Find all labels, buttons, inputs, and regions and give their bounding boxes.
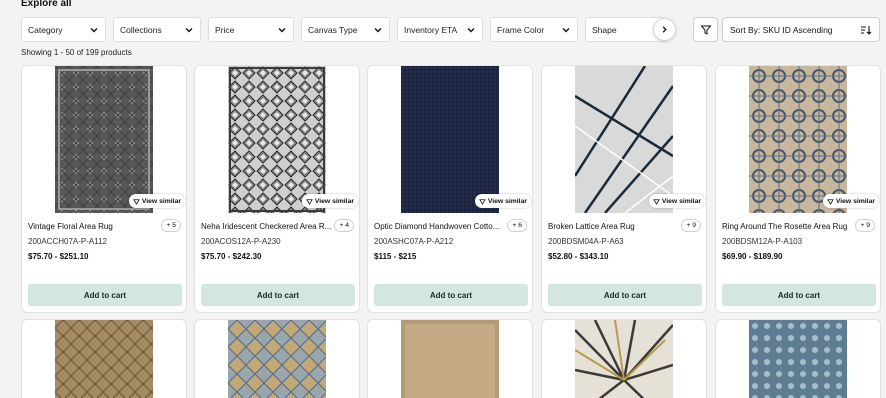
product-price: $69.90 - $189.90 xyxy=(722,252,783,261)
product-card[interactable]: View similar Neha Iridescent Checkered A… xyxy=(194,65,360,313)
filter-label: Frame Color xyxy=(497,24,545,35)
filter-category[interactable]: Category xyxy=(21,17,106,42)
filter-label: Inventory ETA xyxy=(404,24,458,35)
product-image[interactable]: View similar xyxy=(22,66,186,213)
chevron-down-icon xyxy=(562,27,570,32)
sort-dropdown[interactable]: Sort By: SKU ID Ascending xyxy=(722,17,880,42)
chevron-down-icon xyxy=(374,27,382,32)
similar-icon xyxy=(653,198,660,205)
filter-label: Shape xyxy=(592,24,617,35)
product-price: $52.80 - $343.10 xyxy=(548,252,609,261)
product-card[interactable]: View similar Broken Lattice Area Rug + 9… xyxy=(541,65,707,313)
filter-toggle-button[interactable] xyxy=(693,17,718,42)
sort-label: Sort By: SKU ID Ascending xyxy=(730,24,833,35)
variants-badge[interactable]: + 6 xyxy=(507,219,527,232)
similar-icon xyxy=(827,198,834,205)
rug-image xyxy=(401,66,499,213)
chevron-down-icon xyxy=(185,27,193,32)
filter-label: Category xyxy=(28,24,63,35)
product-card[interactable] xyxy=(194,319,360,398)
product-image[interactable]: View similar xyxy=(368,66,532,213)
variants-badge[interactable]: + 4 xyxy=(334,219,354,232)
product-sku: 200BDSM12A-P-A103 xyxy=(722,237,803,246)
add-to-cart-button[interactable]: Add to cart xyxy=(548,284,702,306)
product-count: Showing 1 - 50 of 199 products xyxy=(21,48,132,57)
chevron-down-icon xyxy=(90,27,98,32)
product-card[interactable]: View similar Optic Diamond Handwoven Cot… xyxy=(367,65,533,313)
product-card[interactable]: View similar Vintage Floral Area Rug + 5… xyxy=(21,65,187,313)
view-similar-button[interactable]: View similar xyxy=(128,194,185,208)
page: Explore all Category Collections Price C… xyxy=(0,0,886,398)
product-price: $115 - $215 xyxy=(374,252,417,261)
product-card[interactable] xyxy=(715,319,881,398)
view-similar-label: View similar xyxy=(141,197,181,205)
filter-scroll-right-button[interactable] xyxy=(653,18,676,41)
similar-icon xyxy=(306,198,313,205)
product-name[interactable]: Ring Around The Rosette Area Rug xyxy=(722,222,856,231)
product-card[interactable]: View similar Ring Around The Rosette Are… xyxy=(715,65,881,313)
filter-price[interactable]: Price xyxy=(208,17,294,42)
add-to-cart-button[interactable]: Add to cart xyxy=(28,284,182,306)
rug-image xyxy=(228,66,326,213)
filter-bar: Category Collections Price Canvas Type I… xyxy=(21,17,667,42)
product-sku: 200ACOS12A-P-A230 xyxy=(201,237,281,246)
view-similar-button[interactable]: View similar xyxy=(474,194,531,208)
filter-label: Collections xyxy=(120,24,162,35)
product-name[interactable]: Optic Diamond Handwoven Cotto... xyxy=(374,222,508,231)
view-similar-button[interactable]: View similar xyxy=(648,194,705,208)
product-image[interactable]: View similar xyxy=(542,66,706,213)
product-name[interactable]: Broken Lattice Area Rug xyxy=(548,222,682,231)
chevron-right-icon xyxy=(662,26,667,33)
add-to-cart-button[interactable]: Add to cart xyxy=(374,284,528,306)
product-image[interactable]: View similar xyxy=(716,66,880,213)
product-sku: 200BDSM04A-P-A63 xyxy=(548,237,624,246)
filter-label: Canvas Type xyxy=(308,24,358,35)
add-to-cart-button[interactable]: Add to cart xyxy=(201,284,355,306)
filter-icon xyxy=(699,25,712,35)
page-title: Explore all xyxy=(21,0,72,9)
product-price: $75.70 - $242.30 xyxy=(201,252,262,261)
product-sku: 200ASHC07A-P-A212 xyxy=(374,237,454,246)
product-price: $75.70 - $251.10 xyxy=(28,252,89,261)
view-similar-label: View similar xyxy=(314,197,354,205)
view-similar-label: View similar xyxy=(835,197,875,205)
similar-icon xyxy=(133,198,140,205)
filter-canvas-type[interactable]: Canvas Type xyxy=(301,17,390,42)
view-similar-button[interactable]: View similar xyxy=(301,194,358,208)
variants-badge[interactable]: + 9 xyxy=(681,219,701,232)
product-image[interactable]: View similar xyxy=(195,66,359,213)
product-name[interactable]: Vintage Floral Area Rug xyxy=(28,222,162,231)
view-similar-label: View similar xyxy=(661,197,701,205)
product-sku: 200ACCH07A-P-A112 xyxy=(28,237,108,246)
filter-label: Price xyxy=(215,24,235,35)
filter-frame-color[interactable]: Frame Color xyxy=(490,17,578,42)
chevron-down-icon xyxy=(278,27,286,32)
view-similar-label: View similar xyxy=(487,197,527,205)
filter-inventory-eta[interactable]: Inventory ETA xyxy=(397,17,483,42)
rug-image xyxy=(55,320,153,398)
rug-image xyxy=(401,320,499,398)
filter-collections[interactable]: Collections xyxy=(113,17,201,42)
rug-image xyxy=(575,320,673,398)
rug-image xyxy=(749,320,847,398)
product-name[interactable]: Neha Iridescent Checkered Area R... xyxy=(201,222,335,231)
product-card[interactable] xyxy=(21,319,187,398)
similar-icon xyxy=(479,198,486,205)
variants-badge[interactable]: + 5 xyxy=(161,219,181,232)
rug-image xyxy=(228,320,326,398)
product-card[interactable] xyxy=(541,319,707,398)
view-similar-button[interactable]: View similar xyxy=(822,194,879,208)
product-card[interactable] xyxy=(367,319,533,398)
add-to-cart-button[interactable]: Add to cart xyxy=(722,284,876,306)
rug-image xyxy=(55,66,153,213)
rug-image xyxy=(575,66,673,213)
chevron-down-icon xyxy=(467,27,475,32)
rug-image xyxy=(749,66,847,213)
variants-badge[interactable]: + 9 xyxy=(855,219,875,232)
sort-icon xyxy=(861,25,872,35)
